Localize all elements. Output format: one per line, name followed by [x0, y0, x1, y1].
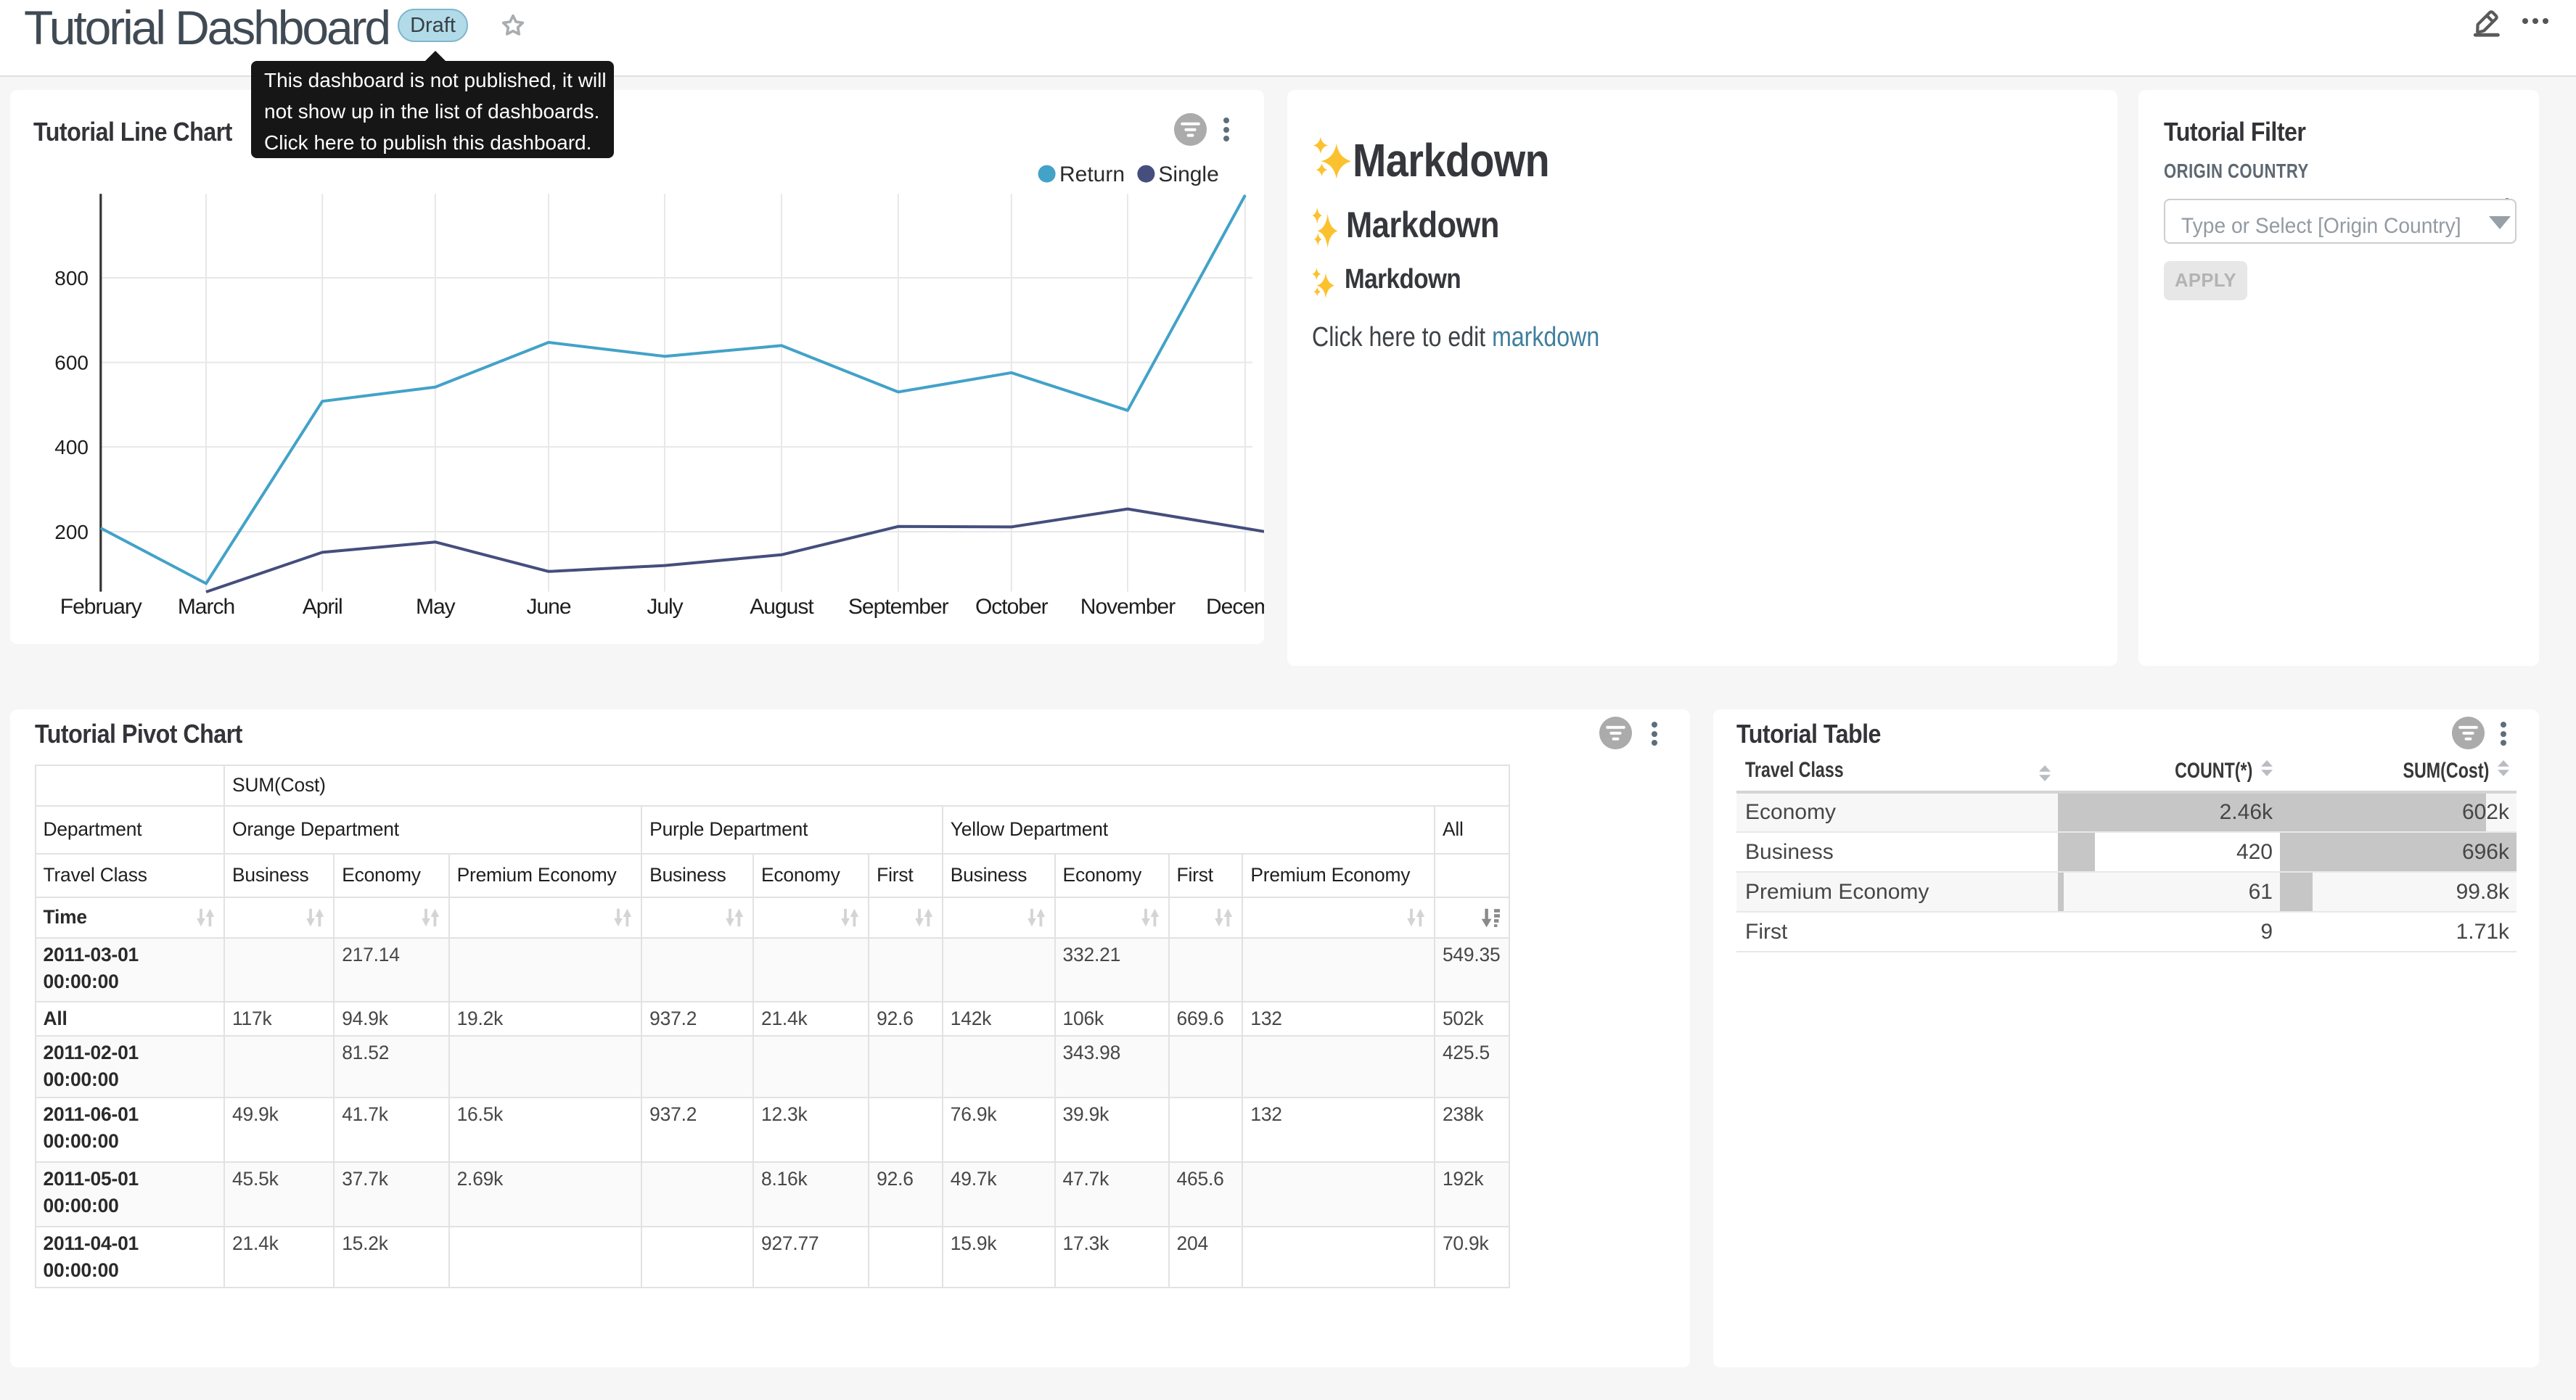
svg-text:600: 600	[54, 352, 89, 374]
svg-text:September: September	[848, 595, 949, 619]
svg-text:August: August	[750, 595, 814, 619]
svg-text:December: December	[1206, 595, 1264, 619]
svg-text:Single: Single	[1158, 162, 1218, 186]
svg-text:400: 400	[54, 436, 89, 458]
svg-text:October: October	[975, 595, 1049, 619]
svg-text:Return: Return	[1059, 162, 1125, 186]
svg-text:800: 800	[54, 267, 89, 289]
svg-text:May: May	[416, 595, 456, 619]
svg-text:July: July	[647, 595, 683, 619]
svg-text:November: November	[1080, 595, 1176, 619]
svg-text:March: March	[178, 595, 234, 619]
svg-text:June: June	[526, 595, 570, 619]
svg-text:200: 200	[54, 521, 89, 543]
svg-text:February: February	[60, 595, 142, 619]
svg-text:April: April	[303, 595, 342, 619]
